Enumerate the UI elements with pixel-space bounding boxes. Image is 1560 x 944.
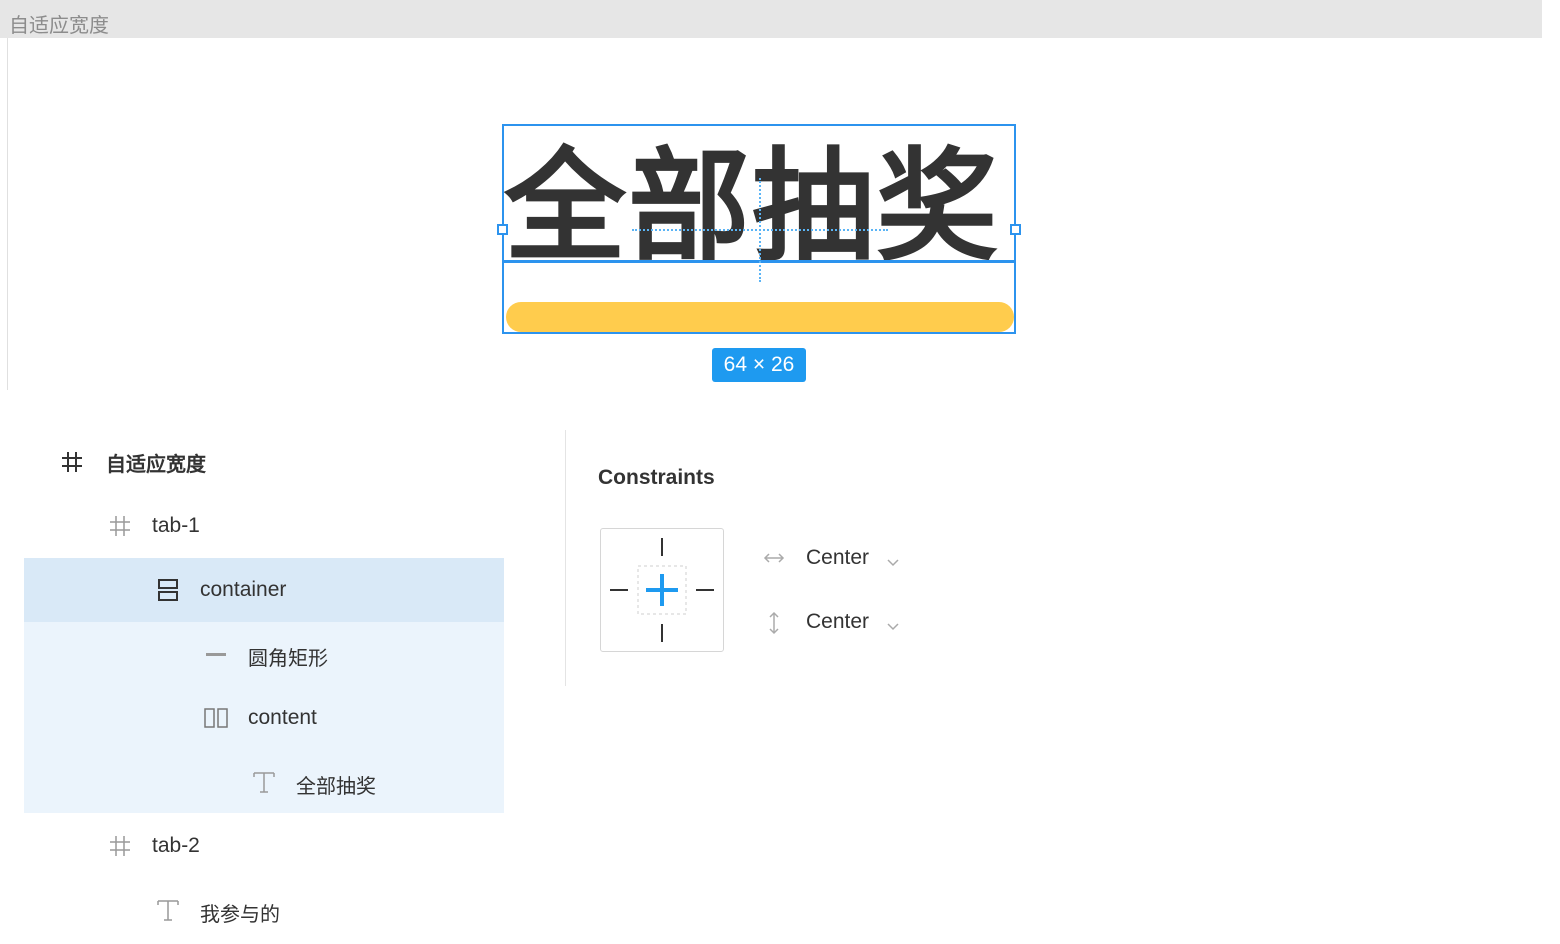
constraints-title: Constraints <box>598 466 715 489</box>
layer-label: content <box>248 706 317 729</box>
layer-row-tab-2[interactable]: tab-2 <box>0 814 560 878</box>
horizontal-autolayout-icon <box>204 706 228 730</box>
constraint-vertical-dropdown[interactable]: Center <box>762 608 922 638</box>
vertical-arrow-icon <box>764 610 784 642</box>
horizontal-arrow-icon <box>762 548 786 574</box>
constraint-horizontal-value: Center <box>806 546 870 569</box>
constraints-widget[interactable] <box>600 528 724 652</box>
frame-edge <box>7 38 8 390</box>
layer-row-adaptive-width[interactable]: 自适应宽度 <box>0 430 560 494</box>
layer-row-tab-1[interactable]: tab-1 <box>0 494 560 558</box>
frame-icon <box>108 834 132 858</box>
dimension-badge: 64 × 26 <box>712 348 806 382</box>
rectangle-icon <box>204 644 228 664</box>
layer-row-content[interactable]: content <box>0 686 560 750</box>
panel-divider <box>565 430 566 686</box>
layer-label: 圆角矩形 <box>248 646 328 670</box>
frame-icon <box>60 450 84 474</box>
layer-label: tab-2 <box>152 834 200 857</box>
layer-label: 自适应宽度 <box>106 452 206 476</box>
chevron-down-icon <box>886 551 900 575</box>
frame-title[interactable]: 自适应宽度 <box>9 9 109 38</box>
frame-icon <box>108 514 132 538</box>
rounded-rectangle-shape[interactable] <box>506 302 1014 332</box>
chevron-down-icon <box>886 615 900 639</box>
layer-row-rounded-rectangle[interactable]: 圆角矩形 <box>0 622 560 686</box>
constraint-diagram-icon <box>609 537 714 642</box>
text-icon <box>252 770 276 794</box>
resize-handle-right[interactable] <box>1010 224 1021 235</box>
layer-label: tab-1 <box>152 514 200 537</box>
resize-handle-left[interactable] <box>497 224 508 235</box>
layer-row-text-my-participation[interactable]: 我参与的 <box>0 878 560 942</box>
vertical-autolayout-icon <box>156 578 180 602</box>
layer-label: 我参与的 <box>200 902 280 926</box>
frame-header: 自适应宽度 <box>0 0 1542 38</box>
constraint-horizontal-dropdown[interactable]: Center <box>762 544 922 574</box>
layer-label: 全部抽奖 <box>296 774 376 798</box>
text-icon <box>156 898 180 922</box>
center-guide-vertical <box>759 178 761 282</box>
constraint-vertical-value: Center <box>806 610 870 633</box>
layer-row-container[interactable]: container <box>0 558 560 622</box>
layer-row-text-all-lottery[interactable]: 全部抽奖 <box>0 750 560 814</box>
layer-label: container <box>200 578 287 601</box>
